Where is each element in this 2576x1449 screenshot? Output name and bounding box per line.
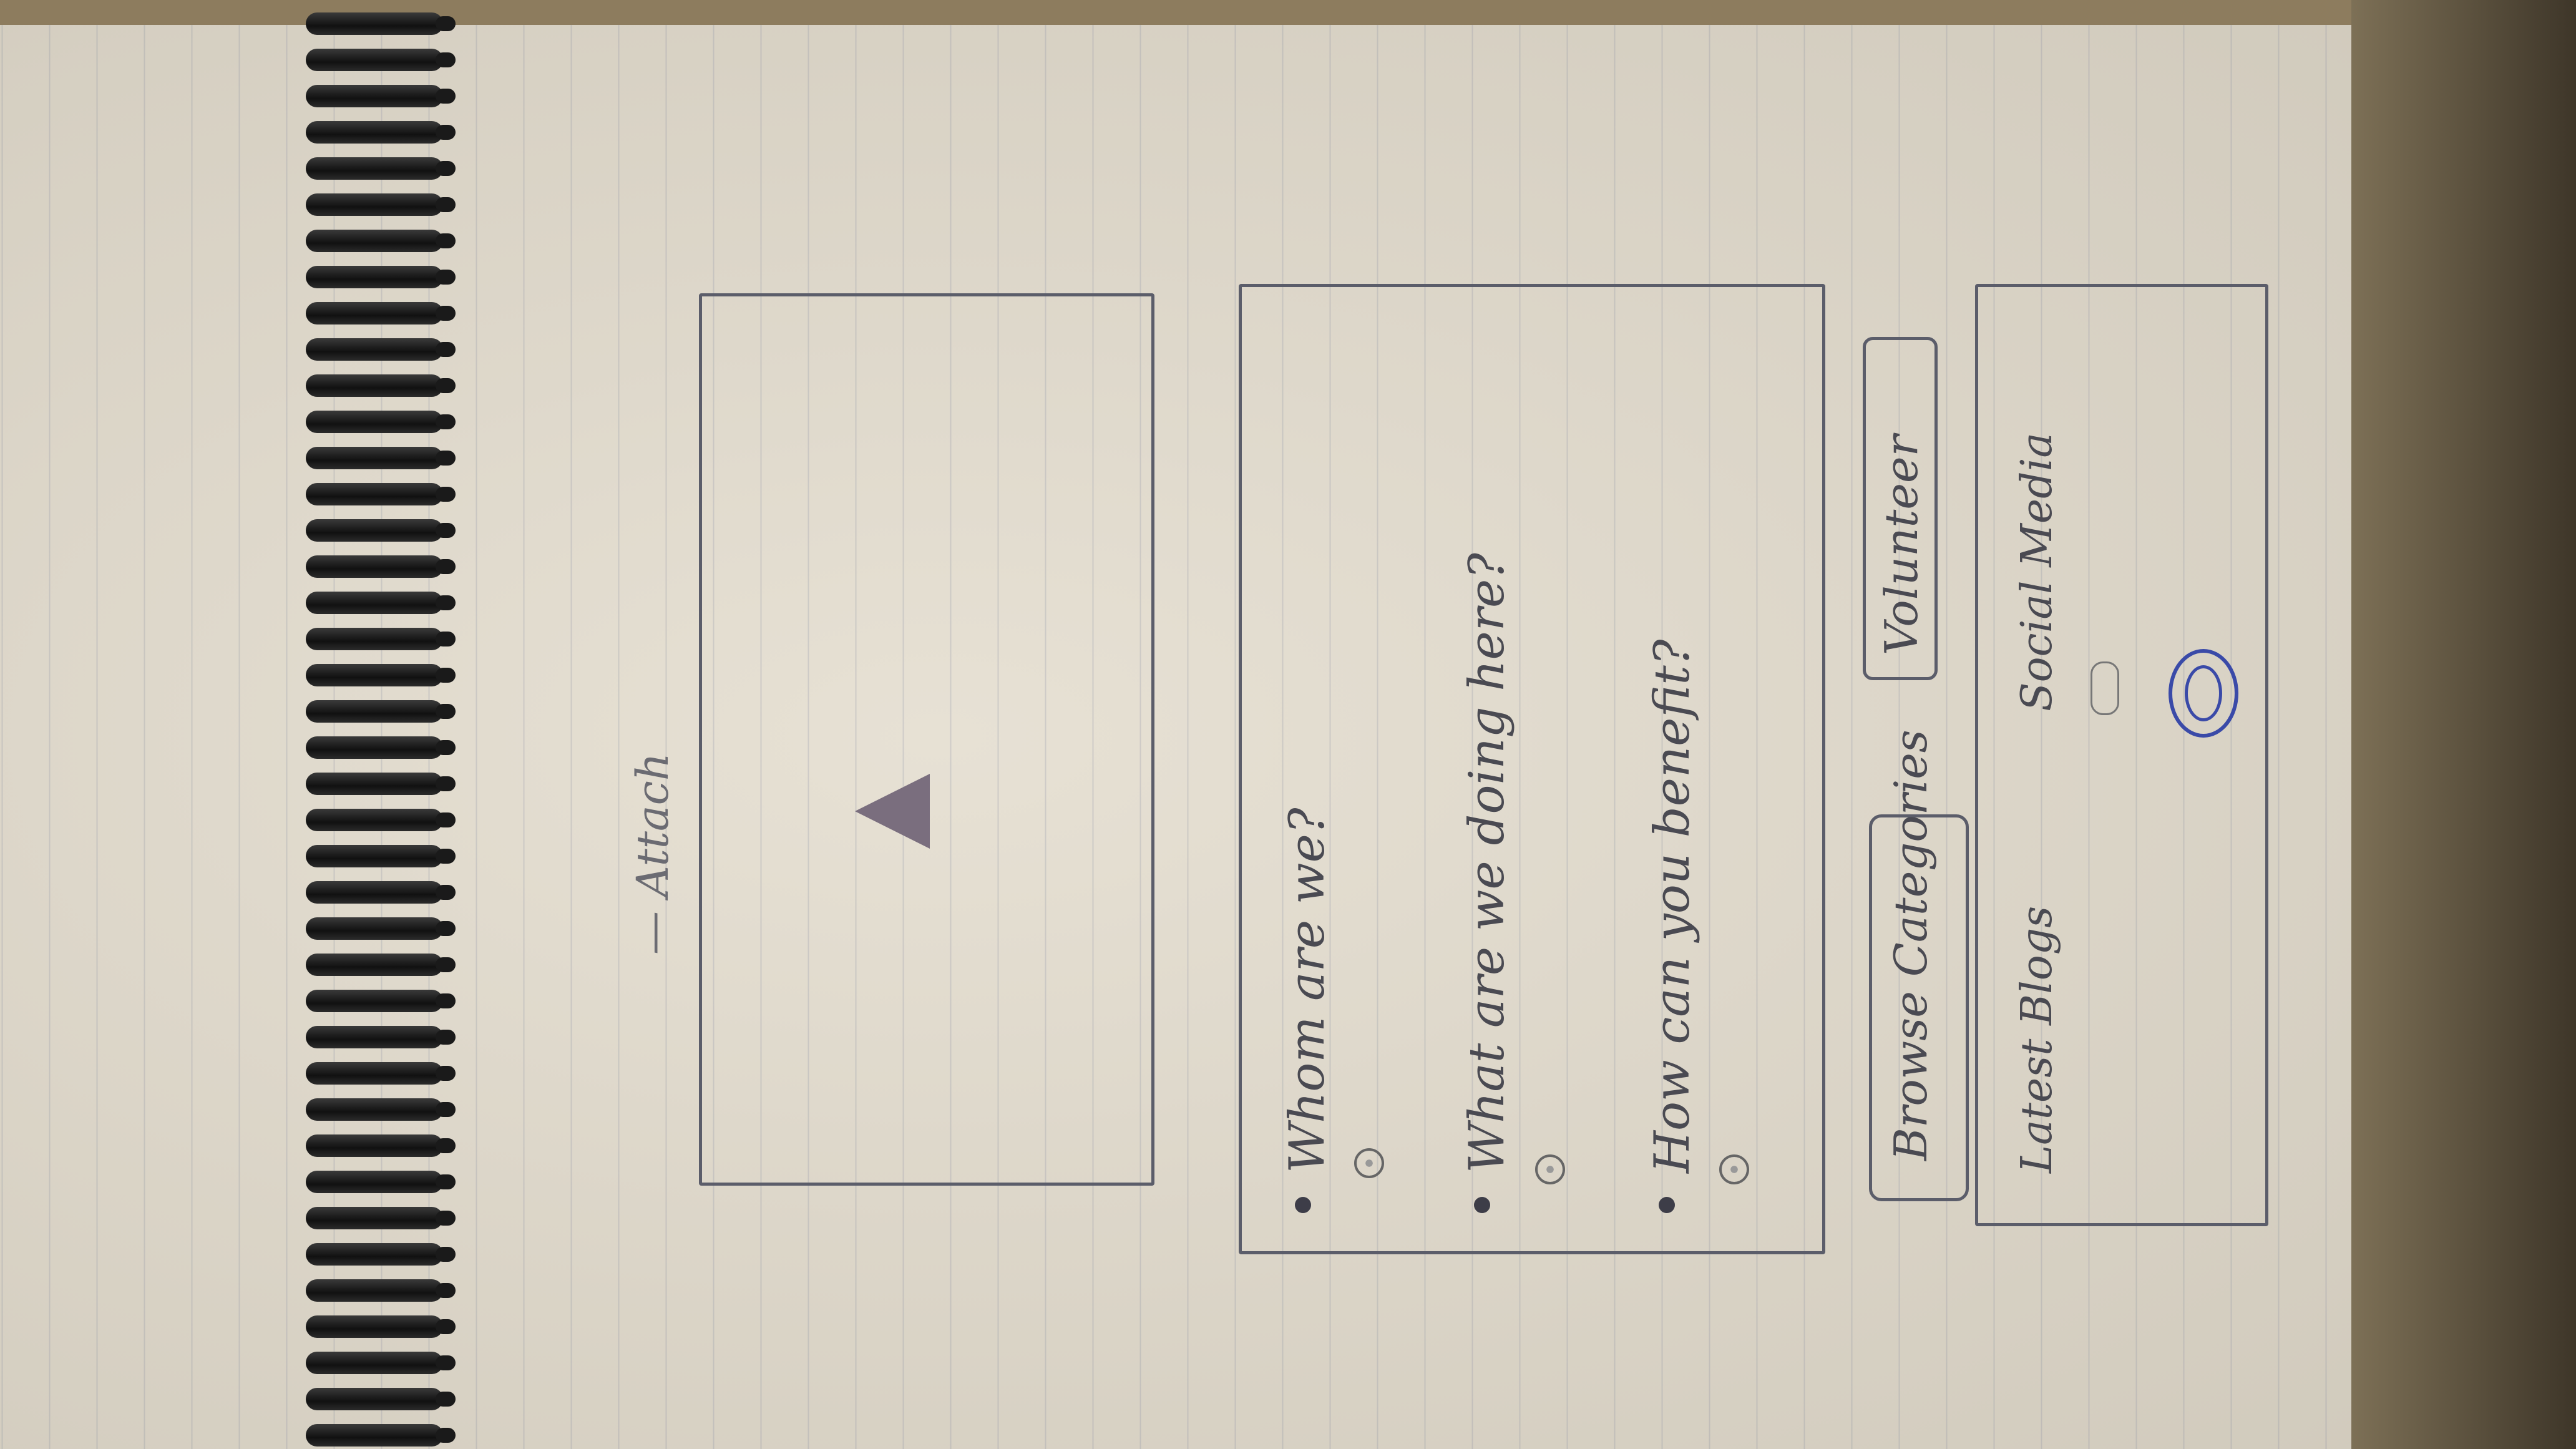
small-circle-icon: [1535, 1154, 1565, 1184]
bullet-icon: [1474, 1197, 1490, 1213]
binding-ring: [306, 1098, 456, 1121]
binding-ring: [306, 954, 456, 976]
social-media-label: Social Media: [2012, 432, 2062, 711]
info-line-1: Whom are we?: [1279, 807, 1335, 1173]
binding-ring: [306, 592, 456, 614]
volunteer-label: Volunteer: [1875, 434, 1928, 655]
info-line-3: How can you benefit?: [1644, 639, 1700, 1174]
person-icon: [2091, 661, 2119, 715]
binding-ring: [306, 736, 456, 759]
bullet-icon: [1659, 1197, 1675, 1213]
binding-ring: [306, 917, 456, 940]
binding-ring: [306, 411, 456, 433]
binding-ring: [306, 1171, 456, 1193]
small-circle-icon: [1354, 1148, 1384, 1178]
binding-ring: [306, 483, 456, 505]
binding-ring: [306, 338, 456, 361]
latest-blogs-label: Latest Blogs: [2012, 905, 2062, 1173]
binding-ring: [306, 1207, 456, 1229]
binding-ring: [306, 447, 456, 469]
small-circle-icon: [1719, 1154, 1749, 1184]
binding-ring: [306, 555, 456, 578]
binding-ring: [306, 1352, 456, 1374]
binding-ring: [306, 1315, 456, 1338]
binding-ring: [306, 1424, 456, 1447]
binding-ring: [306, 266, 456, 288]
binding-ring: [306, 881, 456, 904]
binding-ring: [306, 664, 456, 686]
binding-ring: [306, 302, 456, 324]
binding-ring: [306, 12, 456, 35]
header-label: — Attach: [627, 753, 678, 955]
binding-ring: [306, 1134, 456, 1157]
binding-ring: [306, 157, 456, 180]
binding-ring: [306, 193, 456, 216]
binding-ring: [306, 1388, 456, 1410]
binding-ring: [306, 1279, 456, 1302]
binding-ring: [306, 845, 456, 867]
binding-ring: [306, 49, 456, 71]
binding-ring: [306, 519, 456, 542]
binding-ring: [306, 1026, 456, 1048]
binding-ring: [306, 374, 456, 397]
binding-ring: [306, 230, 456, 252]
binding-ring: [306, 628, 456, 650]
binding-ring: [306, 990, 456, 1012]
spiral-binding: [300, 0, 462, 1449]
browse-categories-label: Browse Categories: [1885, 729, 1937, 1161]
upload-triangle-icon: [855, 774, 930, 849]
binding-ring: [306, 85, 456, 107]
binding-ring: [306, 773, 456, 795]
social-media-icon[interactable]: [2169, 649, 2238, 738]
binding-ring: [306, 121, 456, 144]
info-line-2: What are we doing here?: [1459, 553, 1515, 1173]
bullet-icon: [1295, 1197, 1311, 1213]
upload-area-box[interactable]: [699, 293, 1154, 1186]
binding-ring: [306, 1062, 456, 1085]
desk-surface-right: [2351, 0, 2576, 1449]
binding-ring: [306, 809, 456, 831]
binding-ring: [306, 1243, 456, 1266]
binding-ring: [306, 700, 456, 723]
